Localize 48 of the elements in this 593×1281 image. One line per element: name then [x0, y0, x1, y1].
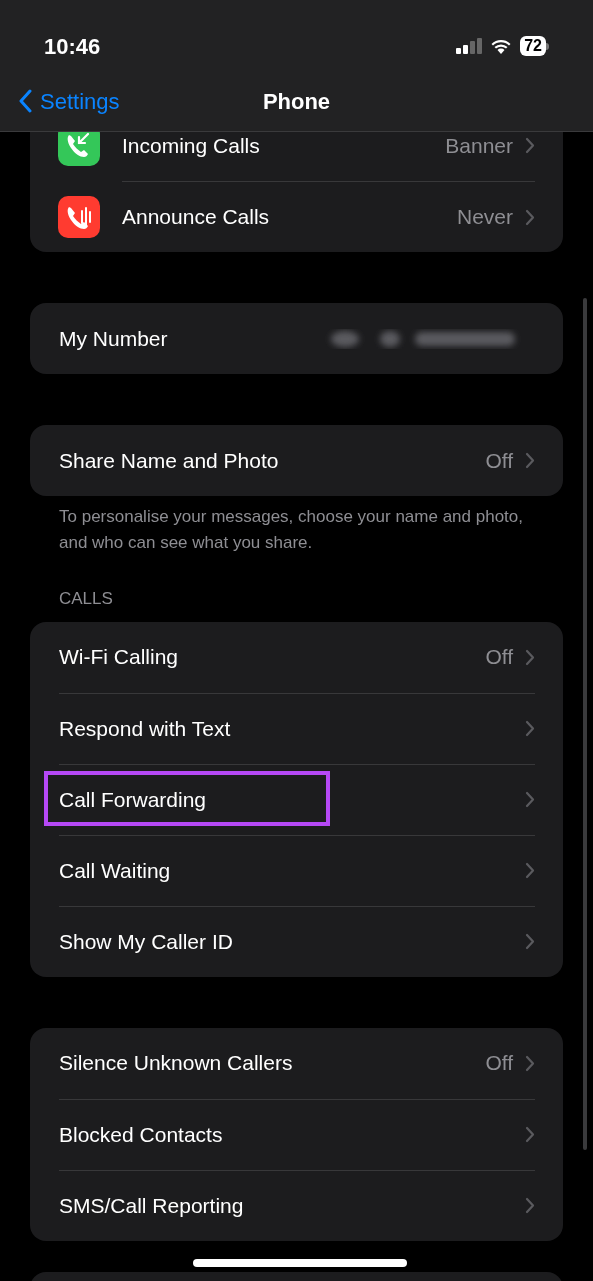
chevron-right-icon — [525, 720, 535, 737]
settings-row[interactable]: Announce Calls Never — [30, 181, 563, 252]
row-label: Call Waiting — [59, 857, 172, 884]
row-value: Off — [485, 644, 513, 671]
row-label: Show My Caller ID — [59, 928, 234, 955]
signal-icon — [456, 38, 483, 54]
battery-icon: 72 — [520, 36, 549, 56]
chevron-right-icon — [525, 933, 535, 950]
settings-row[interactable]: Call Forwarding — [30, 763, 563, 835]
back-button[interactable]: Settings — [18, 84, 120, 118]
row-label: My Number — [59, 325, 169, 352]
row-label: Incoming Calls — [122, 132, 261, 159]
row-label: Call Forwarding — [59, 786, 208, 813]
row-label: SMS/Call Reporting — [59, 1192, 245, 1219]
wifi-icon — [490, 38, 513, 54]
row-label: Share Name and Photo — [59, 447, 280, 474]
settings-row[interactable]: My Number — [30, 303, 563, 374]
section-header: CALLS — [58, 588, 114, 610]
settings-row[interactable]: Blocked Contacts — [30, 1098, 563, 1170]
settings-row[interactable]: Wi-Fi Calling Off — [30, 621, 563, 693]
settings-row[interactable]: Share Name and Photo Off — [30, 425, 563, 496]
chevron-right-icon — [525, 1054, 535, 1072]
settings-row[interactable]: Call Waiting — [30, 834, 563, 906]
chevron-right-icon — [525, 208, 535, 226]
settings-row[interactable]: SMS/Call Reporting — [30, 1169, 563, 1241]
row-value: Never — [456, 204, 513, 231]
settings-row[interactable]: Show My Caller ID — [30, 905, 563, 977]
row-label: Wi-Fi Calling — [59, 644, 179, 671]
row-label: Respond with Text — [59, 715, 232, 742]
settings-row[interactable]: Silence Unknown Callers Off — [30, 1027, 563, 1099]
row-label: Announce Calls — [122, 204, 271, 231]
status-time: 10:46 — [44, 32, 101, 61]
chevron-right-icon — [525, 862, 535, 879]
chevron-right-icon — [525, 452, 535, 469]
row-value: Off — [485, 1050, 513, 1077]
chevron-right-icon — [525, 648, 535, 666]
settings-row[interactable]: Respond with Text — [30, 692, 563, 764]
row-value: Off — [485, 447, 513, 474]
screen-title: Phone — [262, 87, 331, 116]
chevron-right-icon — [525, 1126, 535, 1143]
chevron-right-icon — [525, 1197, 535, 1214]
chevron-right-icon — [525, 137, 535, 154]
chevron-left-icon — [18, 89, 32, 113]
row-value: Banner — [445, 132, 513, 159]
section-footer: To personalise your messages, choose your name and photo, and who can see what you share. — [0, 496, 593, 570]
row-label: Silence Unknown Callers — [59, 1050, 294, 1077]
row-label: Blocked Contacts — [59, 1121, 224, 1148]
chevron-right-icon — [525, 791, 535, 808]
